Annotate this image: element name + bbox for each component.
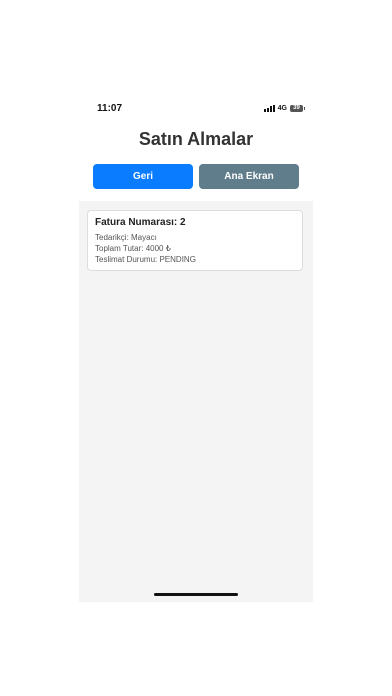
home-screen-button[interactable]: Ana Ekran [199, 164, 299, 189]
status-time: 11:07 [97, 103, 123, 114]
invoice-total: Toplam Tutar: 4000 ₺ [95, 244, 171, 253]
back-button[interactable]: Geri [93, 164, 193, 189]
invoice-delivery-status: Teslimat Durumu: PENDING [95, 255, 196, 264]
purchases-list: Fatura Numarası: 2 Tedarikçi: Mayacı Top… [79, 201, 313, 602]
app-screen: 11:07 4G 39 Satın Almalar Geri Ana Ekran… [79, 94, 313, 602]
status-indicators: 4G 39 [263, 104, 305, 113]
invoice-number: Fatura Numarası: 2 [95, 217, 186, 228]
invoice-card[interactable]: Fatura Numarası: 2 Tedarikçi: Mayacı Top… [87, 210, 303, 271]
home-indicator[interactable] [154, 593, 238, 596]
status-bar: 11:07 4G 39 [79, 94, 313, 122]
network-label: 4G [277, 105, 287, 112]
page-title: Satın Almalar [138, 129, 254, 149]
signal-icon [263, 105, 275, 112]
invoice-supplier: Tedarikçi: Mayacı [95, 233, 157, 242]
battery-icon: 39 [290, 105, 305, 112]
